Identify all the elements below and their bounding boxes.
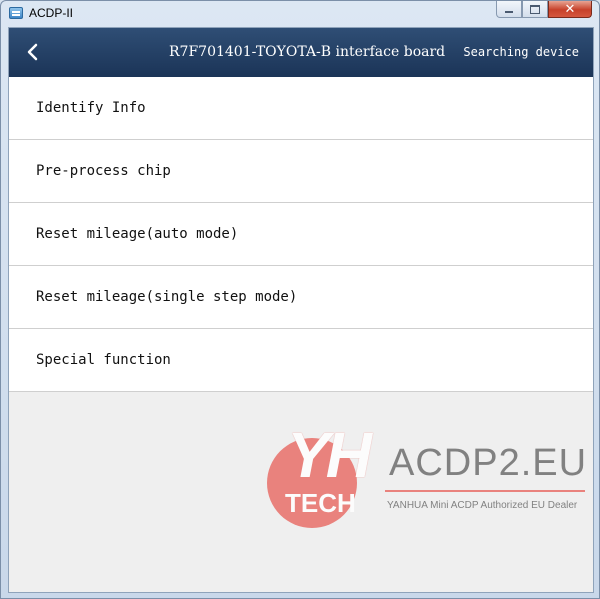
watermark-logo-sub: TECH (285, 488, 356, 518)
menu-item-label: Reset mileage(auto mode) (36, 226, 239, 242)
caption-buttons: ✕ (496, 1, 592, 18)
page-title: R7F701401-TOYOTA-B interface board (169, 44, 446, 60)
watermark-divider (385, 490, 585, 492)
menu-item-label: Reset mileage(single step mode) (36, 289, 298, 305)
function-menu: Identify Info Pre-process chip Reset mil… (9, 77, 593, 392)
menu-item-label: Special function (36, 352, 171, 368)
menu-item-label: Pre-process chip (36, 163, 171, 179)
chevron-left-icon[interactable] (23, 42, 43, 62)
app-icon (9, 7, 23, 19)
title-bar[interactable]: ACDP-II ✕ (1, 1, 599, 27)
device-status: Searching device (463, 45, 579, 59)
watermark-tagline: YANHUA Mini ACDP Authorized EU Dealer (387, 500, 578, 511)
maximize-button[interactable] (522, 1, 548, 18)
menu-item-special-function[interactable]: Special function (9, 329, 593, 392)
minimize-icon (505, 10, 513, 13)
menu-item-pre-process-chip[interactable]: Pre-process chip (9, 140, 593, 203)
watermark-logo: YH TECH ACDP2.EU YANHUA Mini ACDP Author… (267, 418, 587, 530)
window-title: ACDP-II (29, 6, 74, 20)
menu-item-label: Identify Info (36, 100, 146, 116)
maximize-icon (530, 4, 540, 14)
minimize-button[interactable] (496, 1, 522, 18)
header-bar: R7F701401-TOYOTA-B interface board Searc… (9, 28, 593, 77)
menu-item-identify-info[interactable]: Identify Info (9, 77, 593, 140)
watermark-logo-text: YH (287, 419, 372, 491)
menu-item-reset-mileage-auto[interactable]: Reset mileage(auto mode) (9, 203, 593, 266)
close-button[interactable]: ✕ (548, 1, 592, 18)
menu-item-reset-mileage-single-step[interactable]: Reset mileage(single step mode) (9, 266, 593, 329)
watermark-site: ACDP2.EU (389, 442, 588, 484)
close-icon: ✕ (564, 1, 576, 17)
